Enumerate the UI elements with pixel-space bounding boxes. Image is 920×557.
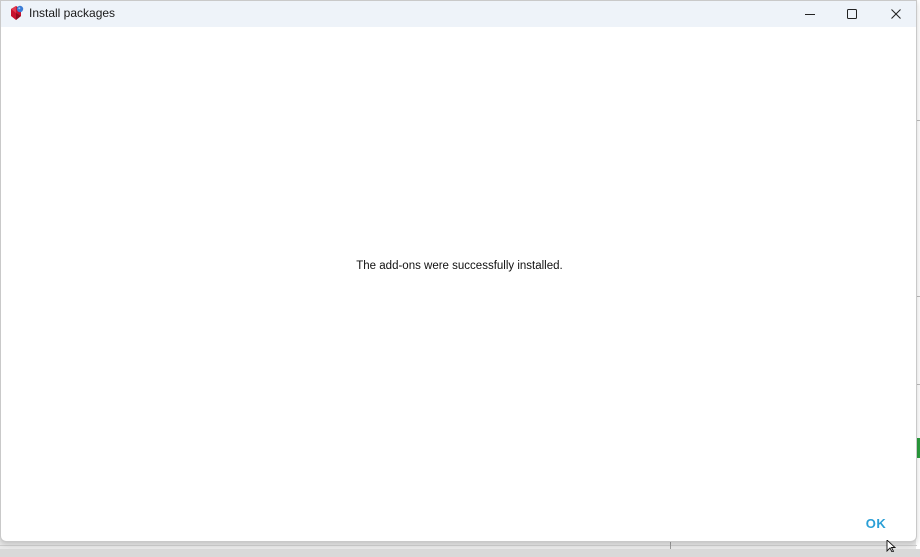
window-title: Install packages bbox=[29, 6, 116, 20]
ok-button[interactable]: OK bbox=[853, 512, 899, 534]
install-packages-dialog: Install packages The add-ons were succes… bbox=[0, 0, 917, 542]
ruby-gem-icon bbox=[8, 5, 24, 21]
success-message: The add-ons were successfully installed. bbox=[356, 260, 563, 272]
minimize-button[interactable] bbox=[788, 1, 832, 27]
background-divider bbox=[670, 542, 671, 549]
close-button[interactable] bbox=[874, 1, 916, 27]
mouse-pointer-icon bbox=[886, 538, 898, 553]
maximize-icon bbox=[846, 8, 858, 20]
maximize-button[interactable] bbox=[830, 1, 874, 27]
minimize-icon bbox=[804, 8, 816, 20]
close-icon bbox=[890, 8, 902, 20]
title-bar[interactable]: Install packages bbox=[1, 1, 916, 27]
background-divider bbox=[0, 545, 917, 546]
